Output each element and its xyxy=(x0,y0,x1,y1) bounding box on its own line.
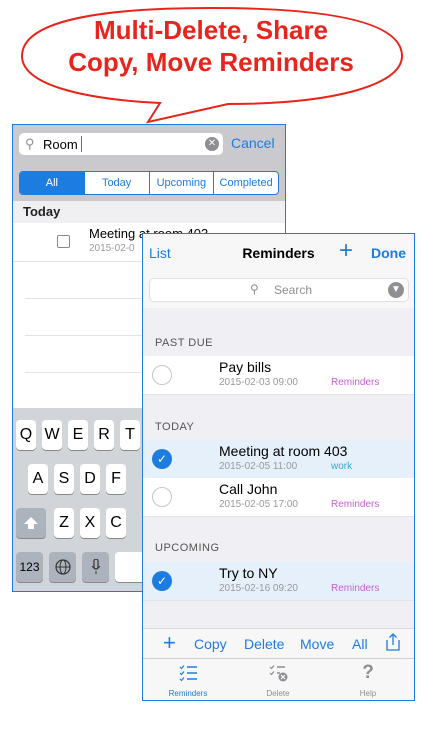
item-list-tag: Reminders xyxy=(331,499,380,510)
chevron-down-icon[interactable]: ▼ xyxy=(388,282,404,298)
globe-icon xyxy=(54,559,71,575)
item-list-tag: Reminders xyxy=(331,377,380,388)
selected-check-icon[interactable]: ✓ xyxy=(152,449,172,469)
search-bar: ⚲ Search ▼ xyxy=(143,272,414,308)
key-w[interactable]: W xyxy=(42,420,62,450)
search-value: Room xyxy=(43,137,78,152)
list-item[interactable]: ✓ Meeting at room 403 2015-02-05 11:00 w… xyxy=(143,440,414,479)
text-caret xyxy=(81,136,82,152)
section-header: Today xyxy=(13,201,285,223)
item-date: 2015-02-16 09:20 xyxy=(219,583,298,594)
tab-label: Help xyxy=(359,689,377,698)
globe-key[interactable] xyxy=(49,552,76,582)
section-header-past-due: PAST DUE xyxy=(155,337,213,349)
select-circle[interactable] xyxy=(152,365,172,385)
segment-upcoming[interactable]: Upcoming xyxy=(148,172,214,194)
key-e[interactable]: E xyxy=(68,420,88,450)
search-icon: ⚲ xyxy=(250,282,259,296)
microphone-icon xyxy=(91,558,100,574)
search-bar: ⚲ Room ✕ Cancel xyxy=(13,125,285,163)
add-action-button[interactable]: + xyxy=(163,630,176,656)
item-date: 2015-02-0 xyxy=(89,243,135,254)
list-item[interactable]: Call John 2015-02-05 17:00 Reminders xyxy=(143,478,414,517)
item-title: Call John xyxy=(219,481,278,497)
key-c[interactable]: C xyxy=(106,508,126,538)
tab-help[interactable]: ? Help xyxy=(323,659,413,700)
share-icon[interactable] xyxy=(385,633,401,651)
select-circle[interactable] xyxy=(152,487,172,507)
key-d[interactable]: D xyxy=(80,464,100,494)
item-title: Try to NY xyxy=(219,565,278,581)
item-date: 2015-02-05 17:00 xyxy=(219,499,298,510)
section-header-upcoming: UPCOMING xyxy=(155,542,220,554)
search-input[interactable]: ⚲ Room ✕ xyxy=(19,133,223,155)
segment-completed[interactable]: Completed xyxy=(213,172,278,194)
tab-label: Reminders xyxy=(168,689,208,698)
add-button[interactable]: + xyxy=(339,238,353,264)
dictation-key[interactable] xyxy=(82,552,109,582)
clear-icon[interactable]: ✕ xyxy=(205,137,219,151)
shift-key[interactable] xyxy=(16,508,46,538)
segment-all[interactable]: All xyxy=(20,172,84,194)
key-r[interactable]: R xyxy=(94,420,114,450)
item-list-tag: work xyxy=(331,461,353,472)
numbers-key[interactable]: 123 xyxy=(16,552,43,582)
reminders-list: PAST DUE Pay bills 2015-02-03 09:00 Remi… xyxy=(143,308,414,628)
key-z[interactable]: Z xyxy=(54,508,74,538)
item-date: 2015-02-03 09:00 xyxy=(219,377,298,388)
section-header-today: TODAY xyxy=(155,421,195,433)
tab-bar: Reminders Delete ? Help xyxy=(143,658,414,700)
question-icon: ? xyxy=(362,662,374,683)
key-t[interactable]: T xyxy=(120,420,140,450)
key-a[interactable]: A xyxy=(28,464,48,494)
item-date: 2015-02-05 11:00 xyxy=(219,461,298,472)
key-s[interactable]: S xyxy=(54,464,74,494)
item-title: Meeting at room 403 xyxy=(219,443,348,459)
move-button[interactable]: Move xyxy=(300,636,334,652)
done-button[interactable]: Done xyxy=(371,245,406,261)
tab-reminders[interactable]: Reminders xyxy=(143,659,233,700)
list-icon xyxy=(179,665,197,682)
tab-label: Delete xyxy=(266,689,290,698)
cancel-button[interactable]: Cancel xyxy=(231,135,275,151)
key-q[interactable]: Q xyxy=(16,420,36,450)
selected-check-icon[interactable]: ✓ xyxy=(152,571,172,591)
delete-list-icon xyxy=(269,665,288,682)
list-item[interactable]: ✓ Try to NY 2015-02-16 09:20 Reminders xyxy=(143,562,414,601)
banner-line-2: Copy, Move Reminders xyxy=(68,47,354,77)
search-input[interactable]: ⚲ Search ▼ xyxy=(149,278,409,302)
segment-today[interactable]: Today xyxy=(83,172,149,194)
navigation-bar: List Reminders + Done xyxy=(143,234,414,272)
item-list-tag: Reminders xyxy=(331,583,380,594)
reminders-screen: List Reminders + Done ⚲ Search ▼ PAST DU… xyxy=(142,233,415,701)
search-placeholder: Search xyxy=(274,283,313,297)
edit-toolbar: + Copy Delete Move All xyxy=(143,628,414,659)
copy-button[interactable]: Copy xyxy=(194,636,227,652)
search-icon: ⚲ xyxy=(25,136,35,151)
key-x[interactable]: X xyxy=(80,508,100,538)
item-title: Pay bills xyxy=(219,359,272,375)
section-title: Today xyxy=(23,204,61,219)
delete-button[interactable]: Delete xyxy=(244,636,284,652)
key-f[interactable]: F xyxy=(106,464,126,494)
banner-line-1: Multi-Delete, Share xyxy=(93,15,329,45)
tab-delete[interactable]: Delete xyxy=(233,659,323,700)
select-all-button[interactable]: All xyxy=(352,636,368,652)
checkbox[interactable] xyxy=(57,235,70,248)
shift-icon xyxy=(24,517,38,529)
filter-segmented-control: All Today Upcoming Completed xyxy=(19,171,279,195)
list-item[interactable]: Pay bills 2015-02-03 09:00 Reminders xyxy=(143,356,414,395)
